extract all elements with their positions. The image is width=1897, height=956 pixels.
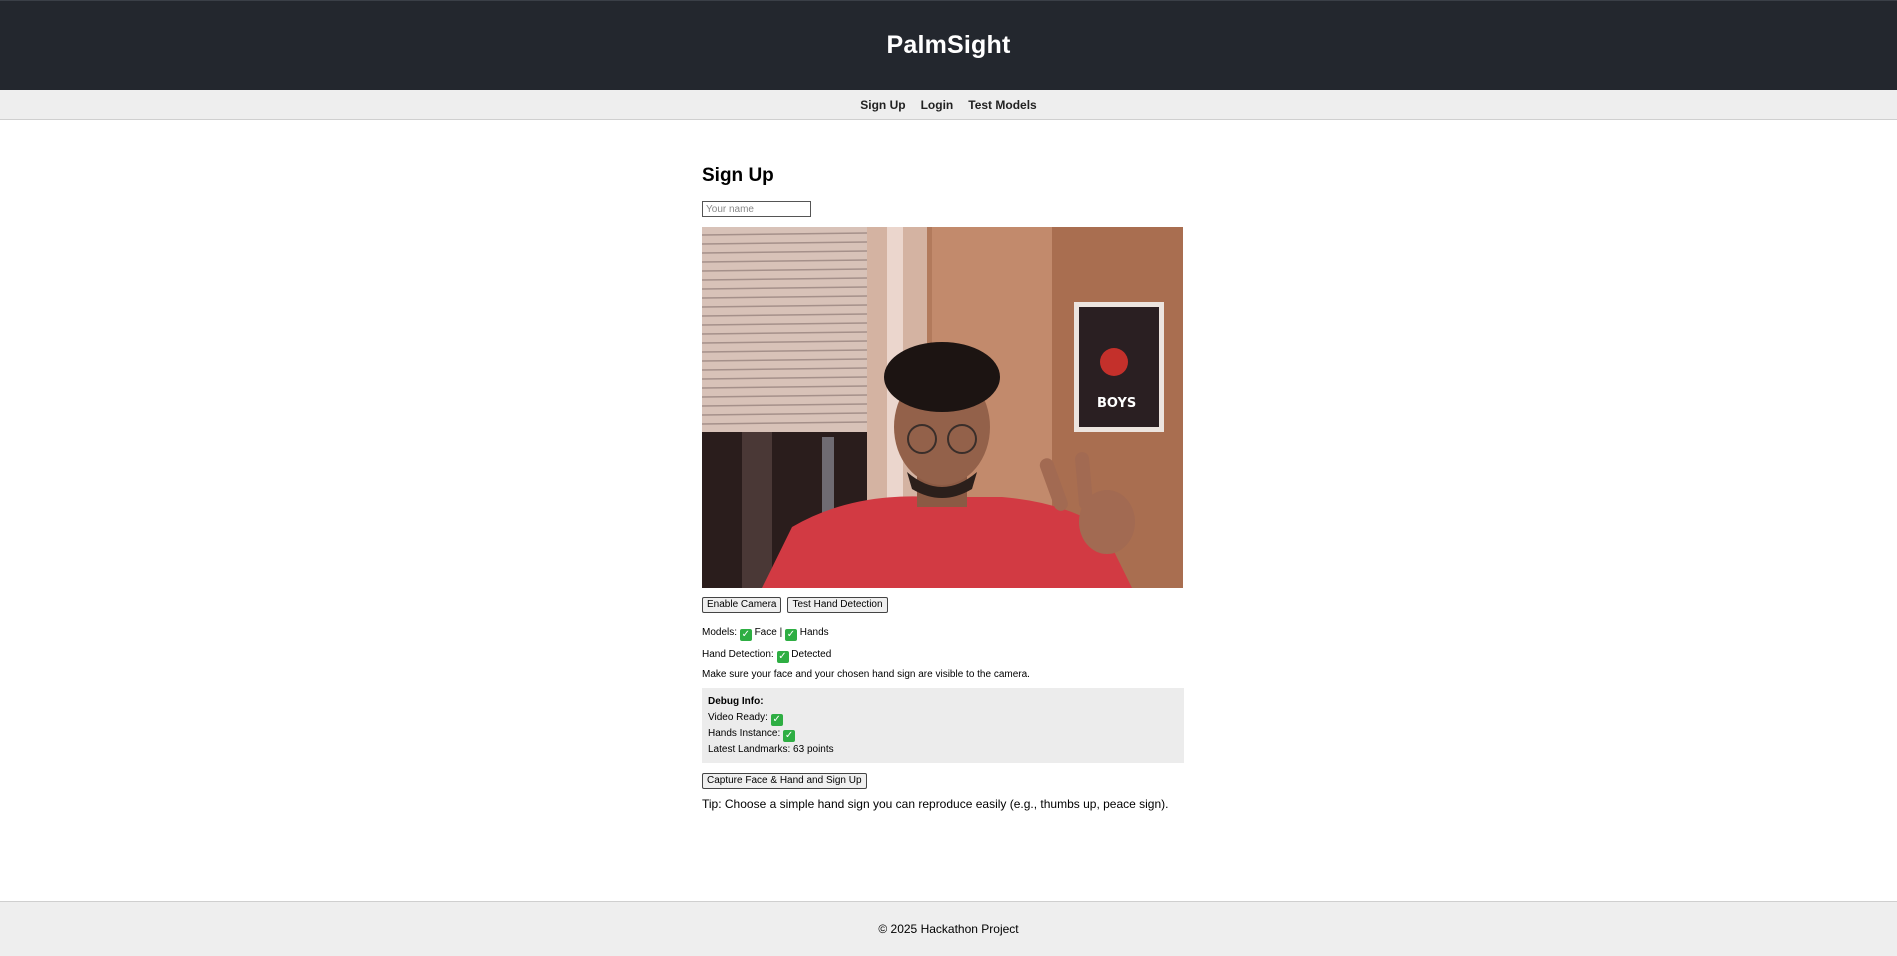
site-header: PalmSight [0,0,1897,90]
hand-detection-value: Detected [791,649,832,660]
models-hands-label: Hands [799,627,829,638]
page-title: Sign Up [702,165,774,186]
nav-login[interactable]: Login [921,98,954,112]
instructions-text: Make sure your face and your chosen hand… [702,669,1030,680]
name-input[interactable] [702,201,811,217]
svg-text:BOYS: BOYS [1097,396,1136,411]
debug-latest-landmarks: Latest Landmarks: 63 points [708,744,834,755]
check-icon: ✓ [776,651,789,663]
debug-title: Debug Info: [708,696,764,707]
nav-test-models[interactable]: Test Models [968,98,1036,112]
check-icon: ✓ [783,730,796,742]
models-status: Models: ✓ Face | ✓ Hands [702,626,1184,641]
enable-camera-button[interactable]: Enable Camera [702,597,782,613]
site-title: PalmSight [886,31,1011,59]
check-icon: ✓ [770,714,783,726]
hands-instance-label: Hands Instance: [708,728,781,739]
test-hand-detection-button[interactable]: Test Hand Detection [787,597,888,613]
site-footer: © 2025 Hackathon Project [0,901,1897,956]
signup-section: Sign Up Your name BOYS Enable Camera Tes… [702,120,1184,811]
video-ready-label: Video Ready: [708,712,768,723]
debug-hands-instance: Hands Instance: ✓ [708,726,1178,742]
nav-sign-up[interactable]: Sign Up [860,98,905,112]
tip-text: Tip: Choose a simple hand sign you can r… [702,797,1169,811]
debug-video-ready: Video Ready: ✓ [708,710,1178,726]
capture-signup-button[interactable]: Capture Face & Hand and Sign Up [702,773,867,789]
hand-detection-status: Hand Detection: ✓ Detected [702,648,1184,663]
models-label: Models: [702,627,738,638]
hand-detection-label: Hand Detection: [702,649,774,660]
models-face-label: Face | [754,627,783,638]
check-icon: ✓ [739,629,752,641]
debug-panel: Debug Info: Video Ready: ✓ Hands Instanc… [702,688,1184,763]
camera-video: BOYS [702,227,1183,588]
camera-feed-image: BOYS [702,227,1183,588]
footer-text: © 2025 Hackathon Project [878,922,1019,936]
nav-bar: Sign Up Login Test Models [0,90,1897,120]
check-icon: ✓ [784,629,797,641]
